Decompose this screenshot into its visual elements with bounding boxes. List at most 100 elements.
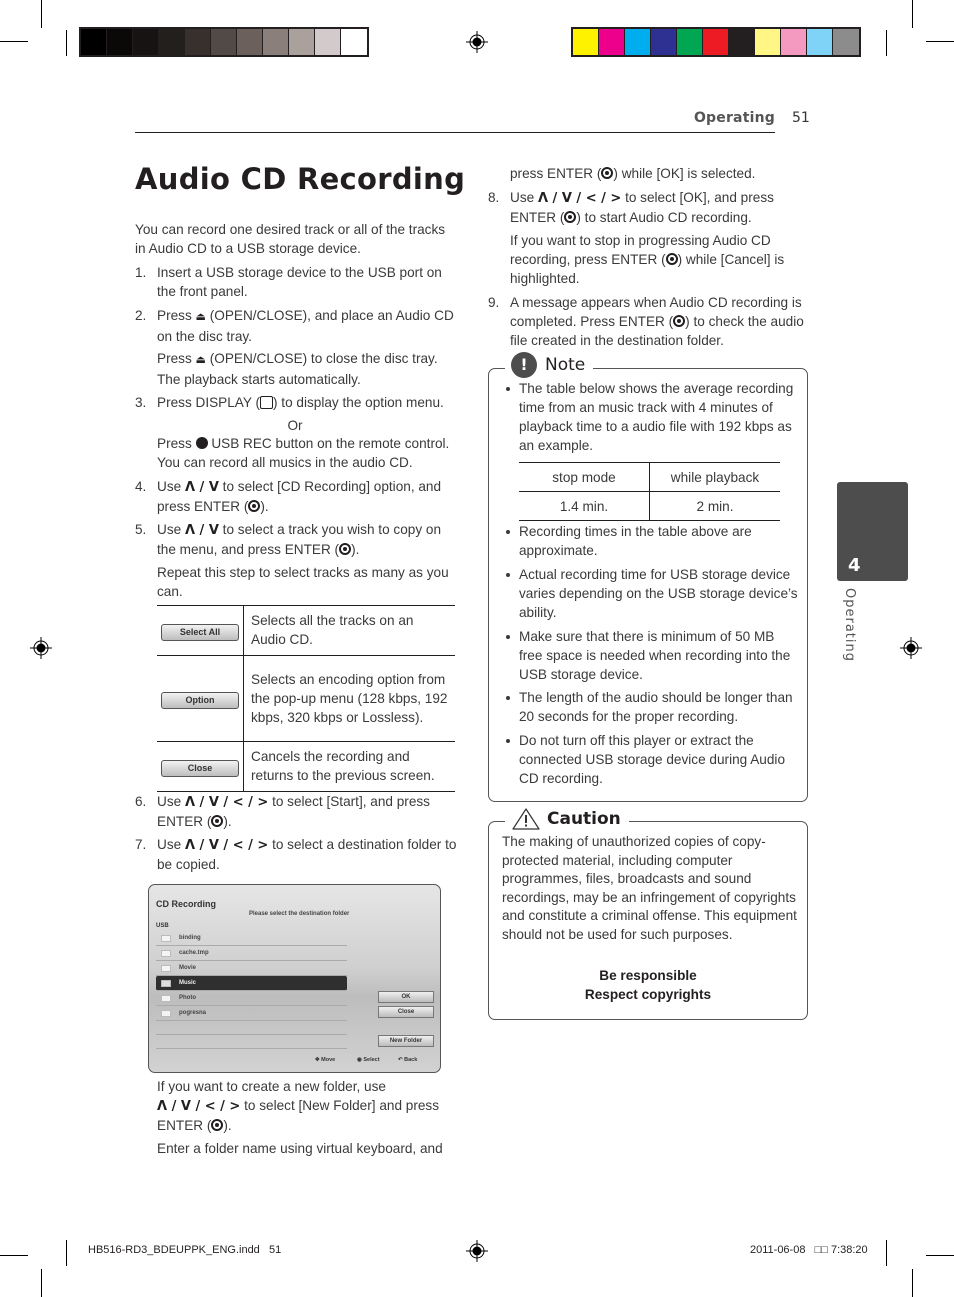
folder-icon bbox=[161, 934, 171, 942]
color-swatch bbox=[81, 29, 107, 55]
folder-item-selected: Music bbox=[156, 976, 347, 991]
running-header-section: Operating bbox=[693, 110, 775, 126]
crop-mark bbox=[912, 1269, 913, 1297]
step-5-subtext: Repeat this step to select tracks as man… bbox=[157, 565, 449, 599]
screenshot-close-button: Close bbox=[378, 1006, 434, 1018]
footer-filename: HB516-RD3_BDEUPPK_ENG.indd 51 bbox=[88, 1244, 282, 1256]
page-title: Audio CD Recording bbox=[135, 162, 466, 196]
table-row: Select All Selects all the tracks on an … bbox=[157, 605, 455, 656]
select-all-button: Select All bbox=[161, 623, 239, 641]
enter-icon bbox=[211, 815, 224, 827]
folder-item-empty bbox=[156, 1035, 347, 1049]
color-swatch bbox=[807, 29, 833, 55]
enter-icon bbox=[601, 167, 614, 179]
caution-slogan-1: Be responsible bbox=[599, 968, 697, 983]
registration-mark-icon bbox=[466, 1240, 488, 1262]
table-header-row: stop mode while playback bbox=[519, 462, 780, 492]
note-header: ! Note bbox=[505, 352, 594, 378]
move-icon: ✥ bbox=[315, 1057, 320, 1063]
step-1-text: Insert a USB storage device to the USB p… bbox=[157, 265, 442, 299]
color-swatch bbox=[107, 29, 133, 55]
note-bullet: Recording times in the table above are a… bbox=[519, 524, 752, 558]
table-row: 1.4 min. 2 min. bbox=[519, 491, 780, 521]
bullet-icon bbox=[506, 573, 510, 577]
color-swatch bbox=[651, 29, 677, 55]
screenshot-subtitle: Please select the destination folder bbox=[249, 911, 350, 917]
crop-mark bbox=[926, 41, 954, 42]
arrow-keys-icon: Λ / V bbox=[184, 480, 219, 495]
footer-datetime: 2011-06-08 □□ 7:38:20 bbox=[750, 1244, 868, 1256]
step-8-text: Use Λ / V / < / > to select [OK], and pr… bbox=[510, 190, 774, 225]
bullet-icon bbox=[506, 696, 510, 700]
color-swatch bbox=[133, 29, 159, 55]
close-button: Close bbox=[161, 759, 239, 777]
caution-text: The making of unauthorized copies of cop… bbox=[502, 834, 797, 942]
folder-icon bbox=[161, 949, 171, 957]
caution-title: Caution bbox=[547, 809, 621, 829]
cd-recording-screenshot: CD Recording Please select the destinati… bbox=[148, 884, 441, 1073]
folder-list: binding cache.tmp Movie Music Photo pogr… bbox=[156, 931, 347, 1049]
folder-item: pogresna bbox=[156, 1006, 347, 1021]
back-icon: ↶ bbox=[398, 1057, 403, 1063]
registration-mark-icon bbox=[30, 637, 52, 659]
screenshot-title: CD Recording bbox=[156, 899, 217, 909]
table-header: while playback bbox=[649, 462, 780, 492]
enter-icon bbox=[665, 253, 678, 265]
color-swatch bbox=[315, 29, 341, 55]
crop-mark bbox=[912, 0, 913, 28]
step-3-alt: Press USB REC button on the remote contr… bbox=[157, 436, 450, 470]
enter-icon bbox=[211, 1119, 224, 1131]
color-swatch bbox=[781, 29, 807, 55]
step-number: 1. bbox=[135, 265, 147, 280]
color-swatch bbox=[573, 29, 599, 55]
table-header: stop mode bbox=[519, 462, 650, 492]
color-swatch bbox=[833, 29, 859, 55]
color-swatch bbox=[625, 29, 651, 55]
step-number: 2. bbox=[135, 308, 147, 323]
grayscale-color-bar bbox=[79, 27, 369, 57]
arrow-keys-icon: Λ / V bbox=[184, 523, 219, 538]
header-rule bbox=[135, 132, 775, 133]
color-swatch bbox=[341, 29, 367, 55]
step-7-text: Use Λ / V / < / > to select a destinatio… bbox=[157, 837, 457, 872]
screenshot-new-folder-button: New Folder bbox=[378, 1035, 434, 1047]
option-button: Option bbox=[161, 691, 239, 709]
step-7-subtext-2-cont: press ENTER () while [OK] is selected. bbox=[510, 166, 756, 181]
enter-icon bbox=[673, 315, 686, 327]
step-9-text: A message appears when Audio CD recordin… bbox=[510, 295, 804, 348]
step-7-subtext-2: Enter a folder name using virtual keyboa… bbox=[157, 1141, 443, 1156]
step-number: 9. bbox=[488, 295, 500, 310]
step-number: 5. bbox=[135, 522, 147, 537]
step-3-text: Press DISPLAY () to display the option m… bbox=[157, 395, 444, 410]
color-swatch bbox=[237, 29, 263, 55]
folder-item-empty bbox=[156, 1021, 347, 1035]
table-cell: 2 min. bbox=[649, 491, 780, 521]
folder-icon bbox=[161, 979, 171, 987]
select-icon: ◉ bbox=[357, 1057, 362, 1063]
note-bullet: Make sure that there is minimum of 50 MB… bbox=[519, 629, 791, 682]
arrow-keys-icon: Λ / V / < / > bbox=[537, 191, 622, 206]
folder-icon bbox=[161, 1009, 171, 1017]
folder-icon bbox=[161, 994, 171, 1002]
color-swatch bbox=[211, 29, 237, 55]
table-row: Option Selects an encoding option from t… bbox=[157, 655, 455, 742]
step-number: 8. bbox=[488, 190, 500, 205]
crop-mark bbox=[926, 1255, 954, 1256]
table-cell: Cancels the recording and returns to the… bbox=[243, 741, 455, 792]
crop-mark bbox=[41, 1269, 42, 1297]
enter-icon bbox=[564, 211, 577, 223]
table-cell: Selects an encoding option from the pop-… bbox=[243, 655, 455, 742]
folder-item: Movie bbox=[156, 961, 347, 976]
color-swatch bbox=[599, 29, 625, 55]
note-bullet: The length of the audio should be longer… bbox=[519, 690, 793, 724]
display-icon bbox=[260, 396, 273, 409]
step-2-text: Press ⏏ (OPEN/CLOSE), and place an Audio… bbox=[157, 308, 454, 344]
registration-mark-icon bbox=[466, 31, 488, 53]
page-number: 51 bbox=[792, 110, 810, 126]
note-bullet: Actual recording time for USB storage de… bbox=[519, 567, 798, 620]
caution-slogan-2: Respect copyrights bbox=[584, 987, 712, 1002]
table-cell: 1.4 min. bbox=[519, 491, 650, 521]
color-swatch bbox=[185, 29, 211, 55]
step-7-subtext-1: If you want to create a new folder, use … bbox=[157, 1079, 440, 1133]
step-6-text: Use Λ / V / < / > to select [Start], and… bbox=[157, 794, 430, 829]
